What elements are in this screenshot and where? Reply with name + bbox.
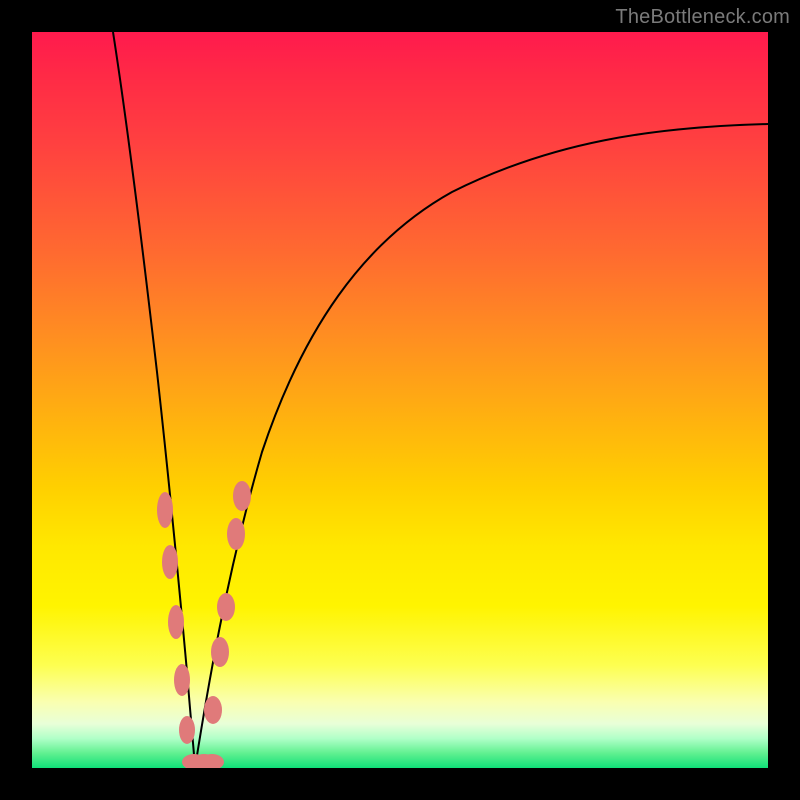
marker-dot <box>211 637 229 667</box>
plot-area <box>32 32 768 768</box>
marker-dot <box>217 593 235 621</box>
marker-dot <box>168 605 184 639</box>
marker-dot <box>227 518 245 550</box>
bottleneck-curve-right <box>195 124 768 768</box>
marker-dot <box>179 716 195 744</box>
marker-dot <box>162 545 178 579</box>
marker-dot <box>233 481 251 511</box>
marker-dot <box>157 492 173 528</box>
marker-cluster <box>157 481 251 768</box>
bottleneck-curve-left <box>113 32 195 768</box>
watermark-text: TheBottleneck.com <box>615 6 790 29</box>
marker-dot <box>204 696 222 724</box>
chart-frame: TheBottleneck.com <box>0 0 800 800</box>
curve-layer <box>32 32 768 768</box>
marker-dot <box>174 664 190 696</box>
